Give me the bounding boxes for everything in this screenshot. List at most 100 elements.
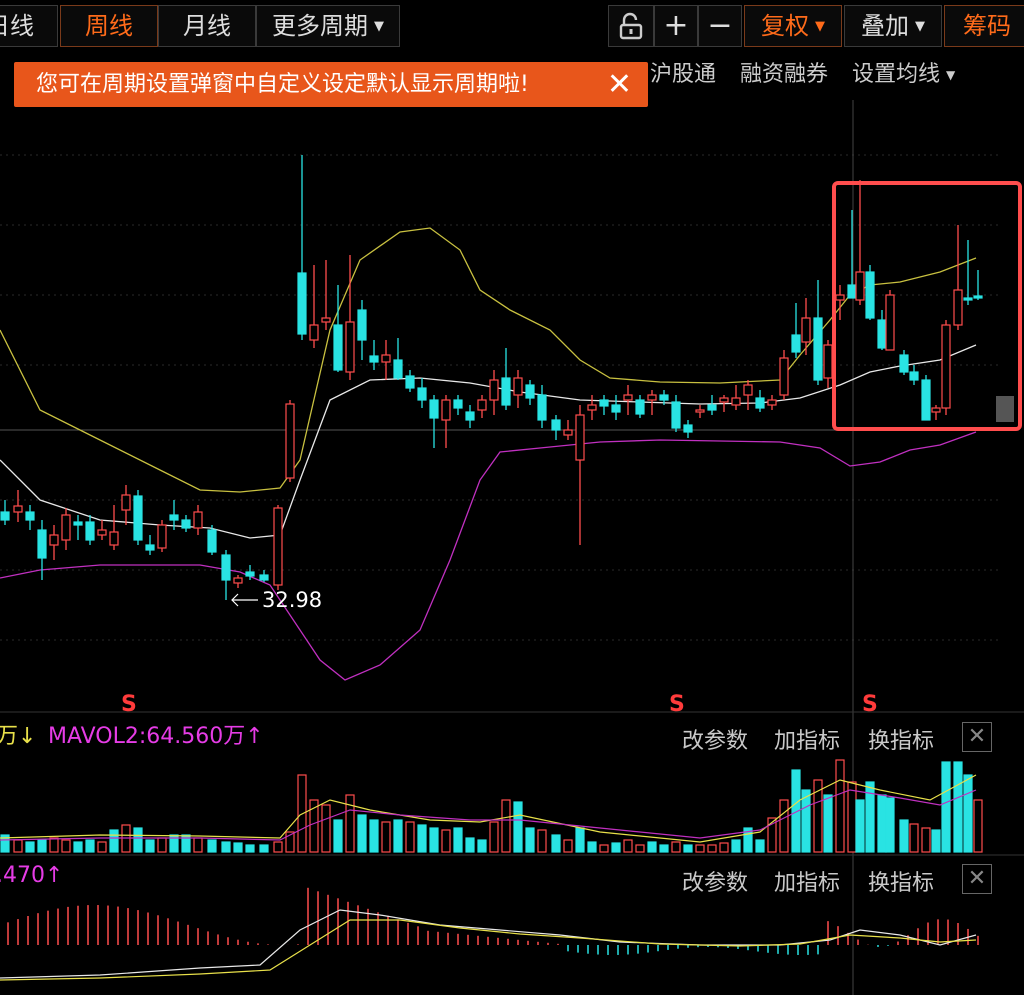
volume-bar — [537, 829, 547, 853]
candle-body — [835, 294, 845, 301]
candle-body — [683, 424, 693, 433]
candle-body — [333, 324, 343, 371]
volume-bar — [587, 841, 597, 853]
volume-bar — [333, 819, 343, 853]
vol-edit-params-button[interactable]: 改参数 — [682, 723, 748, 755]
candle-body — [393, 359, 403, 379]
candle-body — [169, 514, 179, 521]
candle-body — [647, 394, 657, 401]
volume-bar — [755, 839, 765, 853]
volume-bar — [501, 799, 511, 853]
candle-body — [61, 514, 71, 541]
candle-body — [537, 394, 547, 421]
macd-switch-indicator-button[interactable]: 换指标 — [868, 865, 934, 897]
candle-body — [489, 379, 499, 401]
volume-bar — [623, 839, 633, 853]
volume-bar — [847, 781, 857, 853]
volume-bar — [525, 827, 535, 853]
candle-body — [181, 519, 191, 529]
chart-annotations — [231, 593, 258, 607]
ma-settings-dropdown[interactable]: 设置均线 ▼ — [852, 60, 955, 90]
volume-bar — [885, 797, 895, 853]
candle-body — [695, 409, 705, 413]
volume-bar — [477, 839, 487, 853]
volume-bar — [695, 844, 705, 853]
candle-body — [157, 524, 167, 549]
volume-bar — [73, 841, 83, 853]
candle-body — [823, 344, 833, 379]
volume-bar — [157, 837, 167, 853]
volume-bar — [647, 841, 657, 853]
candle-body — [133, 495, 143, 541]
vol-switch-indicator-button[interactable]: 换指标 — [868, 723, 934, 755]
volume-bar — [417, 824, 427, 853]
macd-add-indicator-button[interactable]: 加指标 — [774, 865, 840, 897]
volume-bar — [899, 819, 909, 853]
macd-edit-params-button[interactable]: 改参数 — [682, 865, 748, 897]
hk-connect-link[interactable]: 沪股通 — [650, 60, 716, 90]
candle-body — [321, 317, 331, 323]
ma-settings-label: 设置均线 — [852, 62, 941, 87]
toast-message: 您可在周期设置弹窗中自定义设定默认显示周期啦! — [36, 72, 529, 97]
candle-body — [309, 324, 319, 341]
volume-bar — [599, 844, 609, 853]
macd-bars — [0, 887, 979, 981]
macd-close-button[interactable]: ✕ — [962, 864, 992, 894]
candle-body — [501, 377, 511, 406]
volume-bar — [133, 827, 143, 853]
chart-lines — [0, 227, 977, 681]
margin-trading-link[interactable]: 融资融券 — [740, 60, 828, 90]
candle-body — [345, 321, 355, 373]
volume-bar — [611, 842, 621, 853]
candle-body — [381, 354, 391, 363]
vol-add-indicator-button[interactable]: 加指标 — [774, 723, 840, 755]
signal-marker-2: S — [669, 692, 685, 717]
volume-bar — [193, 837, 203, 853]
candle-body — [551, 419, 561, 431]
volume-bar — [823, 794, 833, 853]
candle-body — [623, 394, 633, 401]
volume-bar — [719, 842, 729, 853]
volume-bar — [405, 821, 415, 853]
candle-body — [731, 397, 741, 406]
volume-legend-a: 万↓ — [0, 724, 37, 749]
candle-body — [221, 554, 231, 581]
volume-bar — [221, 841, 231, 853]
volume-bar — [13, 839, 23, 853]
volume-bar — [429, 827, 439, 853]
volume-bar — [683, 844, 693, 853]
candle-body — [37, 529, 47, 559]
candle-body — [801, 317, 811, 343]
close-icon[interactable]: ✕ — [607, 62, 632, 107]
candle-body — [297, 272, 307, 335]
volume-bar — [855, 799, 865, 853]
volume-bar — [85, 839, 95, 853]
candle-body — [13, 505, 23, 513]
volume-bar — [61, 839, 71, 853]
candle-body — [441, 399, 451, 421]
candle-body — [245, 571, 255, 577]
candle-body — [259, 574, 269, 581]
candle-body — [855, 271, 865, 301]
volume-bar — [513, 801, 523, 853]
volume-bar — [381, 821, 391, 853]
volume-bar — [109, 829, 119, 853]
candle-body — [865, 271, 875, 319]
candle-body — [791, 334, 801, 353]
vol-close-button[interactable]: ✕ — [962, 722, 992, 752]
candle-body — [909, 371, 919, 381]
candle-body — [233, 577, 243, 584]
candle-body — [85, 521, 95, 541]
candle-body — [97, 529, 107, 536]
volume-bar — [671, 841, 681, 853]
candle-body — [369, 355, 379, 363]
candle-body — [0, 511, 10, 521]
kline-chart[interactable]: 32.98 S S S — [0, 0, 1024, 995]
candle-body — [963, 297, 973, 301]
candle-body — [755, 397, 765, 409]
volume-bar — [801, 789, 811, 853]
candle-body — [877, 319, 887, 349]
candle-body — [931, 407, 941, 413]
candle-body — [885, 294, 895, 351]
volume-bar — [953, 761, 963, 853]
